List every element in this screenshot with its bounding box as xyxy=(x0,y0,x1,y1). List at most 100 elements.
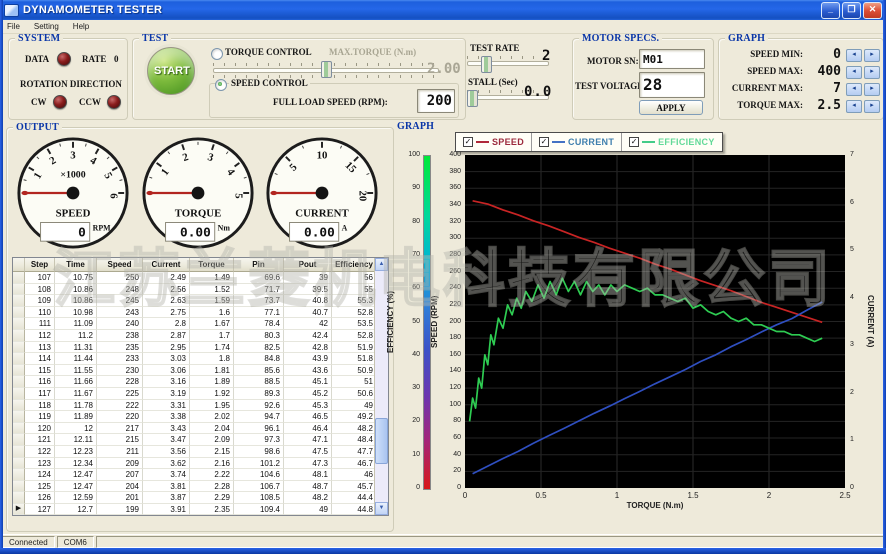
table-cell: 107 xyxy=(25,272,55,284)
table-header-efficiency[interactable]: Efficiency xyxy=(332,258,377,272)
slider-thumb[interactable] xyxy=(481,56,492,73)
menu-item-file[interactable]: File xyxy=(0,22,27,31)
graph-setting-label: SPEED MAX: xyxy=(721,66,803,76)
slider-thumb[interactable] xyxy=(321,61,332,78)
table-row[interactable]: 12112.112153.472.0997.347.148.4 xyxy=(13,434,388,446)
test-voltage-field[interactable]: 28 xyxy=(639,72,705,98)
scroll-down-button[interactable]: ▼ xyxy=(375,502,388,515)
maximize-button[interactable]: ❐ xyxy=(842,2,861,19)
close-button[interactable]: ✕ xyxy=(863,2,882,19)
table-cell: 101.2 xyxy=(234,458,284,470)
table-row[interactable]: 120122173.432.0496.146.448.2 xyxy=(13,423,388,435)
start-button[interactable]: START xyxy=(147,47,195,95)
spin-left-button[interactable]: ◂ xyxy=(846,100,862,113)
table-cell: 92.6 xyxy=(234,400,284,412)
table-row[interactable]: 11711.672253.191.9289.345.250.6 xyxy=(13,388,388,400)
row-selector[interactable] xyxy=(13,400,25,412)
slider-thumb[interactable] xyxy=(467,90,478,107)
full-load-speed-field[interactable]: 200 xyxy=(417,89,455,113)
chart-plot-area[interactable] xyxy=(465,155,845,488)
table-row[interactable]: 11911.892203.382.0294.746.549.2 xyxy=(13,411,388,423)
row-selector[interactable] xyxy=(13,411,25,423)
row-selector[interactable] xyxy=(13,307,25,319)
spin-right-button[interactable]: ▸ xyxy=(864,100,880,113)
speed-control-radio[interactable] xyxy=(215,79,227,91)
table-row[interactable]: 12312.342093.622.16101.247.346.7 xyxy=(13,458,388,470)
table-row[interactable]: 10710.752502.491.4969.63956 xyxy=(13,272,388,284)
row-selector[interactable] xyxy=(13,492,25,504)
row-selector[interactable] xyxy=(13,446,25,458)
apply-button[interactable]: APPLY xyxy=(639,100,703,115)
legend-label: EFFICIENCY xyxy=(658,137,715,147)
test-voltage-value: 28 xyxy=(640,75,662,94)
row-selector[interactable] xyxy=(13,295,25,307)
table-header-time[interactable]: Time xyxy=(55,258,97,272)
table-row[interactable]: 11211.22382.871.780.342.452.8 xyxy=(13,330,388,342)
row-selector[interactable] xyxy=(13,481,25,493)
menu-item-help[interactable]: Help xyxy=(66,22,96,31)
spin-right-button[interactable]: ▸ xyxy=(864,49,880,62)
table-row[interactable]: 11611.662283.161.8988.545.151 xyxy=(13,376,388,388)
row-selector[interactable] xyxy=(13,353,25,365)
table-row[interactable]: ▶12712.71993.912.35109.44944.8 xyxy=(13,504,388,516)
table-cell: 88.5 xyxy=(234,376,284,388)
graph-setting-label: SPEED MIN: xyxy=(721,49,803,59)
table-row[interactable]: 11511.552303.061.8185.643.650.9 xyxy=(13,365,388,377)
table-header-step[interactable]: Step xyxy=(25,258,55,272)
motor-sn-field[interactable]: M01 xyxy=(639,49,705,69)
table-row[interactable]: 11411.442333.031.884.843.951.8 xyxy=(13,353,388,365)
legend-checkbox[interactable]: ✓ xyxy=(463,137,473,147)
table-row[interactable]: 11311.312352.951.7482.542.851.9 xyxy=(13,342,388,354)
row-selector[interactable] xyxy=(13,330,25,342)
speed-tick: 260 xyxy=(439,268,461,275)
table-header-pout[interactable]: Pout xyxy=(284,258,332,272)
legend-checkbox[interactable]: ✓ xyxy=(629,137,639,147)
spin-left-button[interactable]: ◂ xyxy=(846,83,862,96)
row-selector[interactable] xyxy=(13,434,25,446)
row-selector[interactable] xyxy=(13,342,25,354)
table-header-pin[interactable]: Pin xyxy=(234,258,284,272)
table-header-speed[interactable]: Speed xyxy=(97,258,143,272)
table-cell: 245 xyxy=(97,295,143,307)
row-selector[interactable] xyxy=(13,458,25,470)
row-selector[interactable] xyxy=(13,423,25,435)
table-cell: 39 xyxy=(284,272,332,284)
row-selector[interactable] xyxy=(13,388,25,400)
row-selector[interactable] xyxy=(13,284,25,296)
row-selector[interactable] xyxy=(13,272,25,284)
speed-tick: 120 xyxy=(439,384,461,391)
title-bar[interactable]: DYNAMOMETER TESTER _ ❐ ✕ xyxy=(0,0,886,20)
table-cell: 116 xyxy=(25,376,55,388)
table-cell: 47.5 xyxy=(284,446,332,458)
table-header-current[interactable]: Current xyxy=(143,258,190,272)
table-cell: 12.11 xyxy=(55,434,97,446)
row-selector[interactable]: ▶ xyxy=(13,504,25,516)
table-row[interactable]: 10810.862482.561.5271.739.555 xyxy=(13,284,388,296)
spin-left-button[interactable]: ◂ xyxy=(846,49,862,62)
table-row[interactable]: 11811.782223.311.9592.645.349 xyxy=(13,400,388,412)
torque-control-radio[interactable] xyxy=(211,48,223,60)
row-selector[interactable] xyxy=(13,318,25,330)
spin-left-button[interactable]: ◂ xyxy=(846,66,862,79)
row-selector[interactable] xyxy=(13,376,25,388)
minimize-button[interactable]: _ xyxy=(821,2,840,19)
table-row[interactable]: 12412.472073.742.22104.648.146 xyxy=(13,469,388,481)
table-row[interactable]: 12212.232113.562.1598.647.547.7 xyxy=(13,446,388,458)
table-cell: 1.59 xyxy=(190,295,234,307)
spin-right-button[interactable]: ▸ xyxy=(864,66,880,79)
spin-right-button[interactable]: ▸ xyxy=(864,83,880,96)
row-selector[interactable] xyxy=(13,469,25,481)
svg-text:RPM: RPM xyxy=(93,223,111,232)
table-row[interactable]: 11111.092402.81.6778.44253.5 xyxy=(13,318,388,330)
table-header-torque[interactable]: Torque xyxy=(190,258,234,272)
menu-item-setting[interactable]: Setting xyxy=(27,22,66,31)
table-row[interactable]: 11010.982432.751.677.140.752.8 xyxy=(13,307,388,319)
slider-track[interactable] xyxy=(467,61,549,66)
row-selector[interactable] xyxy=(13,365,25,377)
table-row[interactable]: 12612.592013.872.29108.548.244.4 xyxy=(13,492,388,504)
table-cell: 2.04 xyxy=(190,423,234,435)
legend-checkbox[interactable]: ✓ xyxy=(539,137,549,147)
table-cell: 11.78 xyxy=(55,400,97,412)
table-row[interactable]: 10910.862452.631.5973.740.855.3 xyxy=(13,295,388,307)
table-row[interactable]: 12512.472043.812.28106.748.745.7 xyxy=(13,481,388,493)
